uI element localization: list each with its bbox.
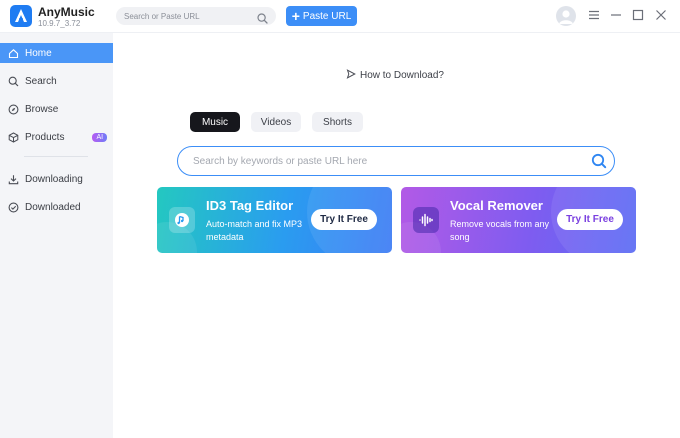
- title-bar: AnyMusic 10.9.7_3.72 + Paste URL: [0, 0, 680, 33]
- app-name: AnyMusic: [38, 5, 95, 19]
- how-to-download-link[interactable]: How to Download?: [346, 69, 444, 82]
- sidebar-item-search[interactable]: Search: [0, 71, 113, 91]
- sidebar-item-label: Downloading: [25, 173, 83, 185]
- vocal-try-it-free-button[interactable]: Try It Free: [557, 209, 623, 230]
- user-icon: [559, 10, 573, 24]
- search-icon: [8, 76, 19, 87]
- app-logo: [10, 5, 32, 27]
- paste-url-button[interactable]: + Paste URL: [286, 6, 357, 26]
- cube-icon: [8, 131, 19, 143]
- sidebar-item-label: Browse: [25, 103, 59, 115]
- how-to-download-label: How to Download?: [360, 70, 444, 81]
- hamburger-icon: [589, 10, 599, 20]
- search-icon[interactable]: [257, 11, 268, 29]
- maximize-button[interactable]: [631, 8, 645, 22]
- app-version: 10.9.7_3.72: [38, 19, 81, 28]
- id3-try-it-free-button[interactable]: Try It Free: [311, 209, 377, 230]
- main-search-box[interactable]: [177, 146, 615, 176]
- vocal-remover-card[interactable]: Vocal Remover Remove vocals from any son…: [401, 187, 636, 253]
- sidebar-item-products[interactable]: Products AI: [0, 127, 113, 147]
- sidebar-divider: [24, 156, 88, 157]
- close-button[interactable]: [654, 8, 668, 22]
- card-description: Remove vocals from any song: [450, 219, 550, 242]
- ai-badge: AI: [92, 132, 108, 142]
- minimize-icon: [611, 14, 621, 16]
- minimize-button[interactable]: [609, 8, 623, 22]
- card-description: Auto-match and fix MP3 metadata: [206, 219, 303, 242]
- top-search-box[interactable]: [116, 7, 276, 25]
- sidebar: Home Search Browse Products AI Downloadi…: [0, 33, 113, 438]
- send-icon: [346, 69, 356, 82]
- card-title: ID3 Tag Editor: [206, 198, 294, 213]
- sidebar-item-browse[interactable]: Browse: [0, 99, 113, 119]
- sidebar-item-downloaded[interactable]: Downloaded: [0, 197, 113, 217]
- search-icon[interactable]: [591, 153, 607, 174]
- tab-music[interactable]: Music: [190, 112, 240, 132]
- main-search-input[interactable]: [193, 154, 573, 168]
- user-avatar[interactable]: [556, 6, 576, 26]
- maximize-icon: [632, 9, 644, 21]
- check-circle-icon: [8, 202, 19, 213]
- compass-icon: [8, 104, 19, 115]
- sidebar-item-home[interactable]: Home: [0, 43, 113, 63]
- menu-button[interactable]: [587, 8, 601, 22]
- download-icon: [8, 174, 19, 185]
- close-icon: [656, 10, 666, 20]
- plus-icon: +: [291, 8, 300, 24]
- tag-icon: [169, 207, 195, 233]
- waveform-icon: [413, 207, 439, 233]
- sidebar-item-label: Downloaded: [25, 201, 81, 213]
- home-icon: [8, 48, 19, 59]
- id3-tag-editor-card[interactable]: ID3 Tag Editor Auto-match and fix MP3 me…: [157, 187, 392, 253]
- tab-shorts[interactable]: Shorts: [312, 112, 363, 132]
- card-title: Vocal Remover: [450, 198, 543, 213]
- sidebar-item-downloading[interactable]: Downloading: [0, 169, 113, 189]
- sidebar-item-label: Search: [25, 75, 57, 87]
- sidebar-item-label: Products: [25, 131, 65, 143]
- paste-url-label: Paste URL: [302, 10, 352, 22]
- sidebar-item-label: Home: [25, 47, 52, 59]
- tab-videos[interactable]: Videos: [251, 112, 301, 132]
- top-search-input[interactable]: [124, 9, 252, 23]
- app-logo-icon: [15, 9, 27, 22]
